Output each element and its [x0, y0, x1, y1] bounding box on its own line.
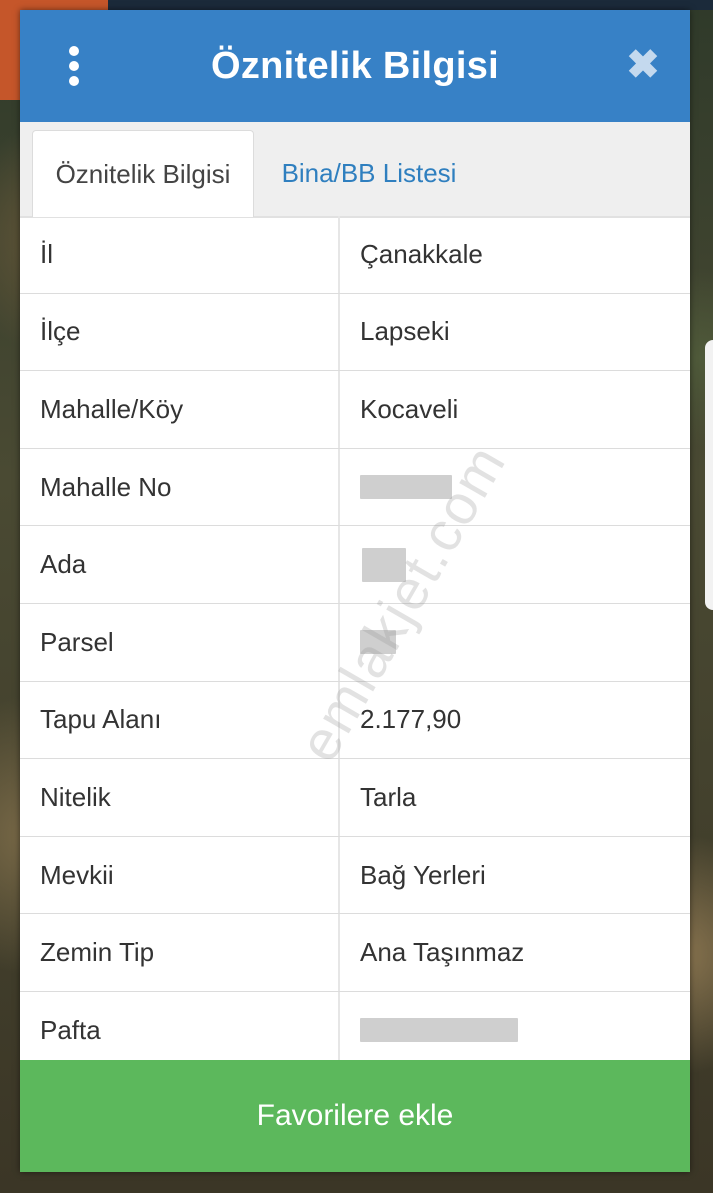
tab-attribute-info[interactable]: Öznitelik Bilgisi	[32, 130, 254, 217]
tab-building-list[interactable]: Bina/BB Listesi	[258, 130, 480, 216]
table-row: Mevkii Bağ Yerleri	[20, 836, 690, 915]
attribute-dialog: Öznitelik Bilgisi ✖ Öznitelik Bilgisi Bi…	[20, 10, 690, 1172]
row-value: Bağ Yerleri	[360, 859, 486, 890]
row-value-redacted	[340, 992, 690, 1069]
table-row: Mahalle/Köy Kocaveli	[20, 371, 690, 449]
row-key: Pafta	[20, 991, 340, 1069]
row-value-redacted	[340, 449, 690, 526]
row-value: Ana Taşınmaz	[360, 937, 525, 968]
table-row: Zemin Tip Ana Taşınmaz	[20, 914, 690, 992]
row-value: Lapseki	[360, 316, 450, 347]
row-key: Nitelik	[20, 759, 340, 836]
row-key: Mevkii	[20, 836, 340, 914]
add-to-favorites-button[interactable]: Favorilere ekle	[20, 1060, 690, 1172]
table-row: Parsel	[20, 603, 690, 682]
redacted-block	[360, 630, 396, 655]
row-value-redacted	[340, 526, 690, 603]
map-side-handle[interactable]	[705, 340, 713, 610]
row-value: 2.177,90	[360, 704, 462, 735]
table-row: Mahalle No	[20, 448, 690, 527]
row-key: İlçe	[20, 293, 340, 371]
tab-bar: Öznitelik Bilgisi Bina/BB Listesi	[20, 122, 690, 218]
redacted-block	[360, 475, 452, 500]
row-key: Mahalle/Köy	[20, 371, 340, 448]
row-key: Mahalle No	[20, 448, 340, 526]
row-key: Zemin Tip	[20, 914, 340, 991]
row-key: Parsel	[20, 603, 340, 681]
row-value: Tarla	[360, 781, 417, 812]
table-row: İlçe Lapseki	[20, 293, 690, 372]
table-row: İl Çanakkale	[20, 216, 690, 294]
redacted-block	[360, 1018, 518, 1043]
row-value-redacted	[340, 604, 690, 681]
row-key: Ada	[20, 526, 340, 603]
row-key: Tapu Alanı	[20, 681, 340, 759]
row-key: İl	[20, 216, 340, 293]
dialog-header: Öznitelik Bilgisi ✖	[20, 10, 690, 122]
row-value: Çanakkale	[360, 238, 483, 269]
more-vertical-icon[interactable]	[66, 46, 82, 86]
table-row: Pafta	[20, 991, 690, 1069]
attribute-table: İl Çanakkale İlçe Lapseki Mahalle/Köy Ko…	[20, 216, 690, 1069]
dialog-title: Öznitelik Bilgisi	[210, 44, 500, 87]
table-row: Ada	[20, 526, 690, 604]
table-row: Nitelik Tarla	[20, 759, 690, 837]
table-row: Tapu Alanı 2.177,90	[20, 681, 690, 760]
row-value: Kocaveli	[360, 393, 459, 424]
redacted-block	[362, 547, 406, 582]
close-icon[interactable]: ✖	[624, 45, 662, 85]
